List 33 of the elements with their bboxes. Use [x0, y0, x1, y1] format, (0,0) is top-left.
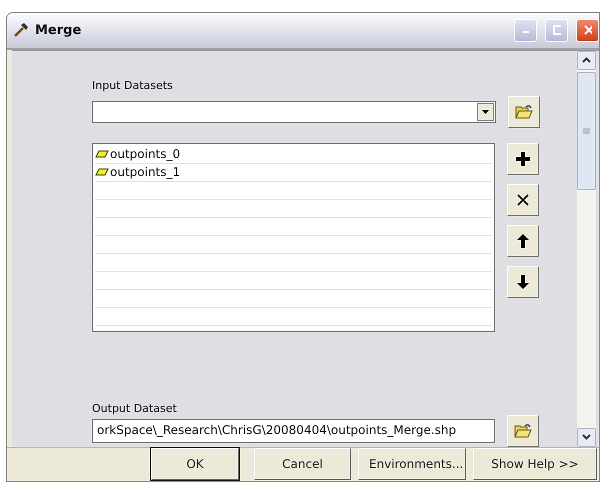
x-icon	[517, 194, 529, 206]
open-folder-icon	[515, 104, 533, 120]
remove-button[interactable]	[507, 184, 539, 216]
window-title: Merge	[35, 22, 82, 38]
dropdown-arrow-icon	[482, 110, 489, 114]
browse-button[interactable]	[508, 96, 540, 128]
scrollbar[interactable]	[577, 50, 596, 447]
close-button[interactable]	[576, 18, 599, 42]
input-datasets-label: Input Datasets	[92, 78, 174, 92]
down-arrow-icon	[517, 274, 529, 289]
dialog-button[interactable]: Environments...	[358, 448, 466, 480]
dialog-button[interactable]: Show Help >>	[473, 448, 597, 480]
scroll-down-icon	[582, 434, 591, 440]
plus-icon	[516, 152, 530, 166]
hammer-icon	[13, 22, 29, 38]
move-down-button[interactable]	[507, 266, 539, 298]
polygon-layer-icon	[95, 168, 109, 176]
up-arrow-icon	[517, 234, 529, 248]
dialog-button[interactable]: OK	[151, 448, 239, 480]
dialog-button[interactable]: Cancel	[254, 448, 351, 480]
scroll-up-icon	[582, 57, 591, 64]
dataset-list-item[interactable]: outpoints_1	[95, 165, 180, 180]
polygon-layer-icon	[95, 150, 109, 158]
move-up-button[interactable]	[507, 224, 539, 257]
browse-button[interactable]	[507, 414, 539, 447]
output-dataset-label: Output Dataset	[92, 402, 177, 415]
dataset-list-item[interactable]: outpoints_0	[95, 147, 180, 162]
input-datasets-combo[interactable]	[92, 100, 496, 123]
open-folder-icon	[514, 422, 532, 439]
output-dataset-field[interactable]: orkSpace\_Research\ChrisG\20080404\outpoints_Merge.shp	[92, 418, 495, 443]
add-button[interactable]	[507, 142, 539, 175]
close-icon	[583, 24, 592, 36]
grip-icon	[583, 128, 590, 134]
